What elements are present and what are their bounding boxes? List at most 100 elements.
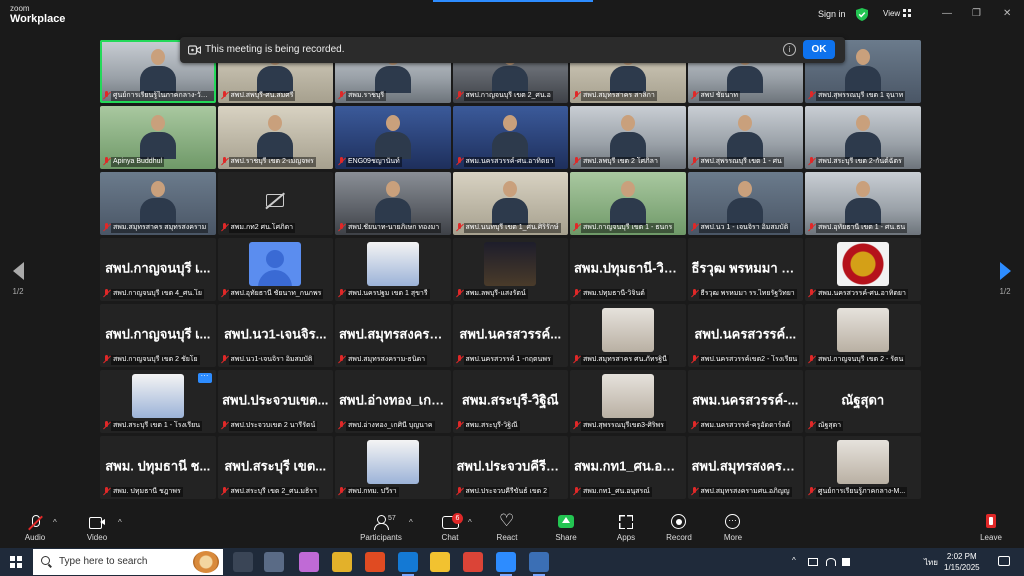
person-body <box>844 198 881 225</box>
info-icon[interactable]: i <box>783 43 796 56</box>
participant-tile[interactable]: สพม.กท1_ศน.อนุ... สพม.กท1_ศน.อนุสรณ์ <box>570 436 686 499</box>
participant-tile[interactable]: สพป.สมุทรสงครา... สพป.สมุทรสงคราม-ธนิดา <box>335 304 451 367</box>
react-button[interactable]: React <box>487 511 527 542</box>
view-grid-icon <box>903 9 912 17</box>
active-app-icon[interactable] <box>529 552 549 576</box>
chat-options-caret[interactable]: ^ <box>468 518 472 527</box>
muted-mic-icon <box>690 157 699 166</box>
more-button[interactable]: More <box>713 514 753 542</box>
chrome-alt-icon[interactable] <box>463 552 483 572</box>
participant-video-feed <box>492 115 529 159</box>
participant-tile[interactable]: Apinya Buddhul <box>100 106 216 169</box>
participant-tile[interactable]: สพม.ปทุมธานี-วิจิ... สพม.ปทุมธานี-วิจินต์ <box>570 238 686 301</box>
participant-tile[interactable]: สพป.กทม. ปวีรา <box>335 436 451 499</box>
ok-button[interactable]: OK <box>803 40 835 59</box>
participant-tile[interactable]: สพม. ปทุมธานี ช... สพม. ปทุมธานี ชฎาพร <box>100 436 216 499</box>
participant-tile[interactable]: สพป.ชัยนาท-นายภิเษก ทองมา <box>335 172 451 235</box>
language-indicator[interactable]: ไทย <box>924 556 938 569</box>
participant-tile[interactable]: สพป.กาญจนบุรี เขต 2 - รัตน <box>805 304 921 367</box>
participant-tile[interactable]: สพป.อุทัยธานี ชัยนาท_กนกพร <box>217 238 333 301</box>
participants-options-caret[interactable]: ^ <box>409 518 413 527</box>
video-button[interactable]: Video <box>77 514 117 542</box>
participant-tile[interactable]: สพป.อ่างทอง_เกศิ... สพป.อ่างทอง_เกศินี บุ… <box>335 370 451 433</box>
page-indicator-right: 1/2 <box>999 287 1011 296</box>
encryption-shield-icon[interactable] <box>856 8 868 21</box>
participant-name-bar: สพป.นครปฐม เขต 1 สุขารี <box>337 288 449 299</box>
participant-tile[interactable]: สพป.ลพบุรี เขต 2 โศภิลา <box>570 106 686 169</box>
widgets-icon[interactable] <box>264 552 284 572</box>
view-button[interactable]: View <box>883 9 912 18</box>
task-view-icon[interactable] <box>233 552 253 572</box>
close-button[interactable]: ✕ <box>1003 8 1011 19</box>
participant-tile[interactable]: สพป.นนทบุรี เขต 1_ศน.ศิริรักษ์ <box>452 172 568 235</box>
previous-page-button[interactable]: 1/2 <box>8 262 28 296</box>
more-label: More <box>723 533 743 542</box>
chat-button[interactable]: Chat <box>430 514 470 542</box>
participant-tile[interactable]: สพป.สระบุรี เขต 2-กันต์ฉัตร <box>805 106 921 169</box>
participant-tile[interactable]: สพม.นครสวรรค์-ศน.อาทิตยา <box>452 106 568 169</box>
participant-tile[interactable]: สพป.สุพรรณบุรี เขต 1 - ศน <box>687 106 803 169</box>
notification-icon[interactable] <box>998 556 1010 566</box>
volume-icon[interactable] <box>842 558 850 566</box>
participant-display-name: สพป.กาญจนบุรี เ... <box>105 259 211 275</box>
chrome-icon[interactable] <box>332 552 352 572</box>
edge-icon[interactable] <box>398 552 418 576</box>
wifi-icon[interactable] <box>826 558 836 566</box>
leave-button[interactable]: Leave <box>971 514 1011 542</box>
battery-icon[interactable] <box>808 558 818 566</box>
participant-tile[interactable]: สพม.ลพบุรี-แสงรัตน์ <box>452 238 568 301</box>
video-options-caret[interactable]: ^ <box>118 518 122 527</box>
audio-button[interactable]: Audio <box>15 514 55 542</box>
participant-tile[interactable]: สพป.กาญจนบุรี เ... สพป.กาญจนบุรี เขต 2 ชั… <box>100 304 216 367</box>
next-page-button[interactable]: 1/2 <box>995 262 1015 296</box>
participant-tile[interactable]: สพป.สมุทรสาคร ศน.ภัทรฐินี <box>570 304 686 367</box>
participant-tile[interactable]: สพป.นว1-เจนจิร... สพป.นว1-เจนจิรา อิ่มสมบ… <box>217 304 333 367</box>
participant-tile[interactable]: สพป.นครปฐม เขต 1 สุขารี <box>335 238 451 301</box>
participant-name: สพป ชัยนาท <box>698 90 740 101</box>
participant-tile[interactable]: สพม.สมุทรสาคร สมุทรสงคราม <box>100 172 216 235</box>
participant-tile[interactable]: ··· สพป.สระบุรี เขต 1 - โรงเรียน <box>100 370 216 433</box>
windows-start-icon[interactable] <box>10 556 22 568</box>
participants-count: 57 <box>388 515 396 522</box>
participant-tile[interactable]: สพม.กท2 ศน.โศภิตา <box>217 172 333 235</box>
participant-tile[interactable]: สพป.สมุทรสงครา... สพป.สมุทรสงครามศน.อภิญญ <box>687 436 803 499</box>
participant-tile[interactable]: สพป.ประจวบเขต... สพป.ประจวบเขต 2 นารีรัตน… <box>217 370 333 433</box>
participant-tile[interactable]: สพป.กาญจนบุรี เ... สพป.กาญจนบุรี เขต 4_ศน… <box>100 238 216 301</box>
participant-tile[interactable]: สพป.อุทัยธานี เขต 1 - ศน.ธน <box>805 172 921 235</box>
participant-tile[interactable]: สพม.สระบุรี-วิฐิณี สพม.สระบุรี-วิฐิณี <box>452 370 568 433</box>
participant-tile[interactable]: สพป.นครสวรรค์... สพป.นครสวรรค์ 1 -กฤตนพร <box>452 304 568 367</box>
participant-tile[interactable]: ณัฐสุดา ณัฐสุดา <box>805 370 921 433</box>
app-icon-orange[interactable] <box>365 552 385 572</box>
audio-options-caret[interactable]: ^ <box>53 518 57 527</box>
participants-button[interactable]: Participants <box>356 514 406 542</box>
copilot-icon[interactable] <box>299 552 319 572</box>
record-button[interactable]: Record <box>659 514 699 542</box>
apps-button[interactable]: Apps <box>606 514 646 542</box>
participant-video-feed <box>609 115 646 159</box>
participant-tile[interactable]: สพป.นว 1 - เจนจิรา อิ่มสมบัติ <box>687 172 803 235</box>
participant-tile[interactable]: สพป.สุพรรณบุรีเขต3-ศิริพร <box>570 370 686 433</box>
participant-tile[interactable]: ENG09ชญานันท์ <box>335 106 451 169</box>
participants-icon <box>373 514 389 530</box>
person-body <box>727 66 764 93</box>
sign-in-link[interactable]: Sign in <box>818 9 846 19</box>
share-button[interactable]: Share <box>546 514 586 542</box>
muted-mic-icon <box>690 421 699 430</box>
taskbar-clock[interactable]: 2:02 PM 1/15/2025 <box>944 551 980 573</box>
tray-chevron-icon[interactable]: ^ <box>792 556 796 565</box>
participant-tile[interactable]: ธีรวุฒ พรหมมา ร... ธีรวุฒ พรหมมา รร.ไทยรั… <box>687 238 803 301</box>
participant-tile[interactable]: สพป.กาญจนบุรี เขต 1 - ธนกร <box>570 172 686 235</box>
participant-tile[interactable]: สพป.ราชบุรี เขต 2-เมญจพร <box>217 106 333 169</box>
minimize-button[interactable]: — <box>942 8 952 19</box>
participant-tile[interactable]: ศูนย์การเรียนรู้ภาคกลาง-M... <box>805 436 921 499</box>
file-explorer-icon[interactable] <box>430 552 450 572</box>
participant-tile[interactable]: สพม.นครสวรรค์-... สพม.นครสวรรค์-ครูอัดดาร… <box>687 370 803 433</box>
participant-tile[interactable]: สพป.นครสวรรค์... สพป.นครสวรรค์เขต2 - โรงเ… <box>687 304 803 367</box>
taskbar-search-box[interactable]: Type here to search <box>33 549 223 575</box>
restore-button[interactable]: ❐ <box>972 8 981 19</box>
tile-more-options-icon[interactable]: ··· <box>197 372 212 383</box>
participant-tile[interactable]: สพป.สระบุรี เขต... สพป.สระบุรี เขต 2_ศน.ม… <box>217 436 333 499</box>
participant-tile[interactable]: สพม.นครสวรรค์-ศน.อาทิตยา <box>805 238 921 301</box>
participant-tile[interactable]: สพป.ประจวบคีรีขั... สพป.ประจวบคีรีขันธ์ เ… <box>452 436 568 499</box>
zoom-taskbar-icon[interactable] <box>496 552 516 576</box>
